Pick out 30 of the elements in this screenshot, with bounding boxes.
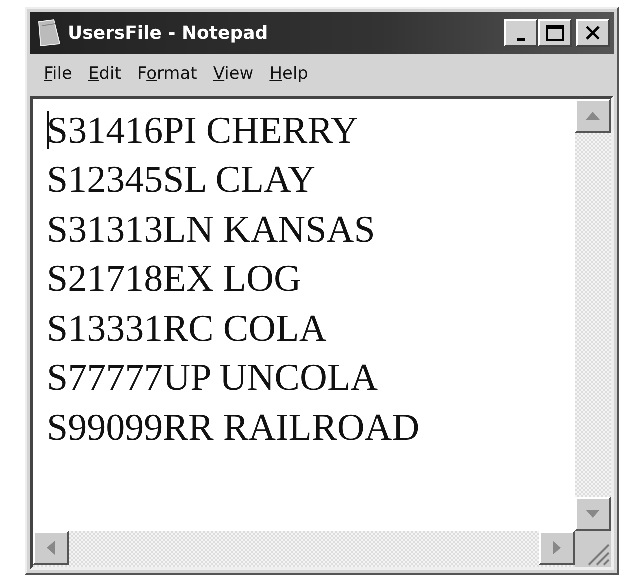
- menu-item[interactable]: Edit: [82, 60, 132, 90]
- text-line: S31416PI CHERRY: [47, 110, 358, 152]
- maximize-icon: [546, 25, 564, 41]
- menu-item[interactable]: View: [207, 60, 264, 90]
- vertical-scrollbar[interactable]: [575, 98, 611, 531]
- horizontal-scrollbar[interactable]: [33, 531, 575, 567]
- text-line: S31313LN KANSAS: [47, 208, 376, 250]
- window-title: UsersFile - Notepad: [68, 22, 270, 46]
- maximize-button[interactable]: [538, 19, 572, 47]
- minimize-button[interactable]: [504, 19, 538, 47]
- text-line: S21718EX LOG: [47, 258, 302, 300]
- close-button[interactable]: [576, 19, 610, 47]
- scroll-left-button[interactable]: [33, 531, 69, 565]
- minimize-icon: [517, 38, 525, 40]
- notepad-icon: [36, 18, 62, 48]
- text-line: S13331RC COLA: [47, 308, 327, 350]
- menu-item[interactable]: File: [38, 60, 82, 90]
- menu-item[interactable]: Help: [264, 60, 318, 90]
- scroll-right-button[interactable]: [539, 531, 575, 565]
- text-line: S12345SL CLAY: [47, 159, 316, 201]
- text-line: S77777UP UNCOLA: [47, 357, 378, 399]
- menu-item[interactable]: Format: [131, 60, 208, 90]
- text-line: S99099RR RAILROAD: [47, 406, 420, 448]
- scroll-up-button[interactable]: [575, 98, 611, 132]
- right-arrow-icon: [553, 541, 561, 555]
- scroll-down-button[interactable]: [575, 497, 611, 531]
- left-arrow-icon: [47, 541, 55, 555]
- close-icon: [585, 25, 601, 41]
- up-arrow-icon: [586, 112, 600, 120]
- down-arrow-icon: [586, 510, 600, 518]
